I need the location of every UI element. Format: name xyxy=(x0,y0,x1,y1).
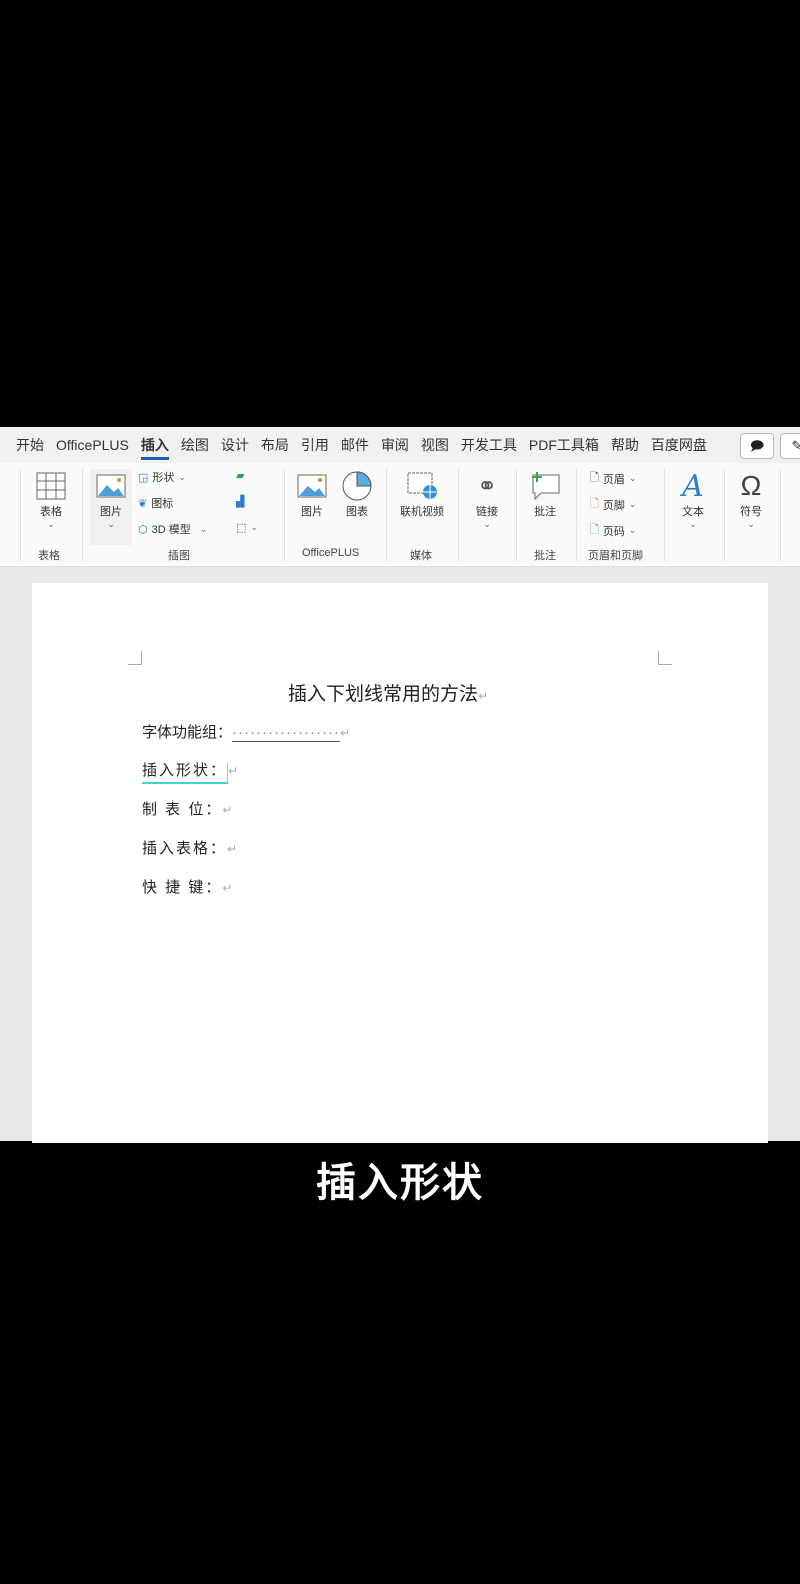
3d-model-label: 3D 模型 xyxy=(151,524,191,536)
symbol-button[interactable]: Ω 符号 ⌄ xyxy=(734,469,768,530)
group-header-footer-label: 页眉和页脚 xyxy=(588,550,643,562)
online-video-icon xyxy=(407,472,437,499)
officeplus-picture-label: 图片 xyxy=(301,506,323,518)
officeplus-picture-button[interactable]: 图片 xyxy=(296,469,328,519)
link-icon: ⚭ xyxy=(476,472,498,500)
table-label: 表格 xyxy=(40,506,62,518)
line-tab-stop: 制 表 位：↵ xyxy=(142,801,235,818)
link-label: 链接 xyxy=(476,506,498,518)
tab-view[interactable]: 视图 xyxy=(421,435,449,455)
shapes-icon: ◲ xyxy=(138,471,149,484)
tab-design[interactable]: 设计 xyxy=(221,435,249,455)
footer-label: 页脚 xyxy=(602,499,625,512)
page-number-label: 页码 xyxy=(602,525,625,538)
tab-help[interactable]: 帮助 xyxy=(611,435,639,455)
group-table-label: 表格 xyxy=(38,550,60,562)
footer-button[interactable]: 🗋 页脚 ⌄ xyxy=(590,495,636,514)
pen-icon: ✎ xyxy=(791,438,800,453)
comments-button[interactable]: 🗩 xyxy=(740,433,774,459)
editing-button[interactable]: ✎ xyxy=(780,433,800,459)
tab-references[interactable]: 引用 xyxy=(301,435,329,455)
icons-icon: ❦ xyxy=(138,497,148,510)
tab-baidu-netdisk[interactable]: 百度网盘 xyxy=(651,435,707,455)
tab-pdf-toolbox[interactable]: PDF工具箱 xyxy=(529,435,599,455)
comment-button[interactable]: 批注 xyxy=(528,469,562,519)
smartart-button[interactable]: ▰ xyxy=(236,469,244,482)
page-number-button[interactable]: 🗋 页码 ⌄ xyxy=(590,521,636,540)
link-button[interactable]: ⚭ 链接 ⌄ xyxy=(470,469,504,530)
shapes-label: 形状 xyxy=(152,472,175,484)
icons-button[interactable]: ❦ 图标 xyxy=(138,495,173,511)
tab-home[interactable]: 开始 xyxy=(16,435,44,455)
cube-icon: ⬡ xyxy=(138,523,148,536)
picture-icon xyxy=(96,474,126,498)
omega-icon: Ω xyxy=(740,470,762,501)
screenshot-button[interactable]: ⬚ ⌄ xyxy=(236,521,258,534)
group-media-label: 媒体 xyxy=(410,550,432,562)
tab-insert[interactable]: 插入 xyxy=(140,430,169,460)
text-button[interactable]: A 文本 ⌄ xyxy=(676,469,710,530)
online-video-button[interactable]: 联机视频 xyxy=(396,469,448,519)
officeplus-chart-button[interactable]: 图表 xyxy=(340,469,374,519)
3d-model-button[interactable]: ⬡ 3D 模型 ⌄ xyxy=(138,521,207,537)
tab-layout[interactable]: 布局 xyxy=(261,435,289,455)
tab-draw[interactable]: 绘图 xyxy=(181,435,209,455)
video-caption: 插入形状 xyxy=(316,1161,484,1205)
header-icon: 🗋 xyxy=(590,472,599,484)
ribbon: 表格 ⌄ 表格 图片 ⌄ ◲ 形状 ⌄ ❦ 图标 ⬡ 3D 模型 ⌄ ▰ ▟ ⬚ ⌄ 插图 图… xyxy=(0,463,800,567)
line-insert-shape: 插入形状：↵ xyxy=(142,759,240,784)
bar-chart-icon: ▟ xyxy=(236,496,245,508)
tab-officeplus[interactable]: OfficePLUS xyxy=(56,437,129,453)
icons-label: 图标 xyxy=(151,498,174,510)
header-button[interactable]: 🗋 页眉 ⌄ xyxy=(590,469,636,488)
text-box-icon: A xyxy=(682,468,704,504)
group-illustrations-label: 插图 xyxy=(168,550,190,562)
comment-icon: 🗩 xyxy=(749,438,765,453)
online-video-label: 联机视频 xyxy=(400,506,444,518)
group-officeplus-label: OfficePLUS xyxy=(302,547,360,559)
tab-review[interactable]: 审阅 xyxy=(381,435,409,455)
line-font-group: 字体功能组：··················↵ xyxy=(142,724,350,742)
line-insert-table: 插入表格：↵ xyxy=(142,840,240,857)
symbol-label: 符号 xyxy=(740,506,762,518)
text-label: 文本 xyxy=(682,506,704,518)
shape-underlined-text: 插入形状： xyxy=(142,762,229,784)
picture-label: 图片 xyxy=(100,506,122,518)
header-label: 页眉 xyxy=(602,473,625,486)
line-shortcut: 快 捷 键：↵ xyxy=(142,879,235,896)
document-area: 插入下划线常用的方法↵ 字体功能组：··················↵ 插入… xyxy=(0,567,800,1143)
document-page[interactable]: 插入下划线常用的方法↵ 字体功能组：··················↵ 插入… xyxy=(32,583,768,1143)
shapes-button[interactable]: ◲ 形状 ⌄ xyxy=(138,469,186,485)
smartart-icon: ▰ xyxy=(236,470,245,482)
underline-dots: ·················· xyxy=(232,724,340,742)
chart-button[interactable]: ▟ xyxy=(236,495,244,508)
tab-developer[interactable]: 开发工具 xyxy=(461,435,517,455)
document-title: 插入下划线常用的方法↵ xyxy=(288,684,489,705)
tab-mailings[interactable]: 邮件 xyxy=(341,435,369,455)
table-icon xyxy=(36,472,66,500)
new-comment-icon xyxy=(532,472,560,501)
screenshot-icon: ⬚ xyxy=(236,522,247,534)
officeplus-chart-label: 图表 xyxy=(346,506,368,518)
picture-button[interactable]: 图片 ⌄ xyxy=(90,469,132,545)
margin-corner xyxy=(128,651,142,665)
footer-icon: 🗋 xyxy=(590,498,599,510)
table-button[interactable]: 表格 ⌄ xyxy=(34,469,68,530)
pie-chart-icon xyxy=(342,471,372,501)
picture-icon xyxy=(297,474,327,498)
margin-corner xyxy=(658,651,672,665)
ribbon-tabs: 开始 OfficePLUS 插入 绘图 设计 布局 引用 邮件 审阅 视图 开发… xyxy=(0,427,800,463)
group-comments-label: 批注 xyxy=(534,550,556,562)
comment-label: 批注 xyxy=(534,506,556,518)
page-number-icon: 🗋 xyxy=(590,524,599,536)
